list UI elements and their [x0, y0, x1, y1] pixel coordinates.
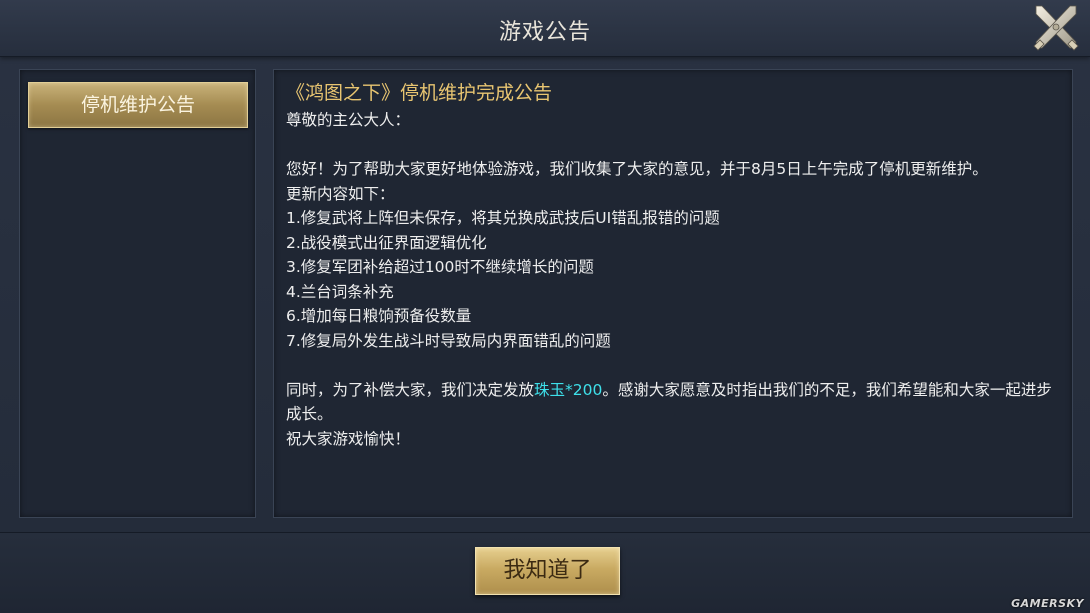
update-item: 2.战役模式出征界面逻辑优化	[286, 233, 487, 252]
announcement-content: 《鸿图之下》停机维护完成公告 尊敬的主公大人： 您好！为了帮助大家更好地体验游戏…	[273, 69, 1073, 518]
sidebar-item-maintenance-notice[interactable]: 停机维护公告	[28, 82, 248, 128]
update-item: 4.兰台词条补充	[286, 282, 394, 301]
compensation-item: 珠玉*200	[534, 380, 603, 399]
notice-title: 《鸿图之下》停机维护完成公告	[286, 82, 553, 104]
update-item: 3.修复军团补给超过100时不继续增长的问题	[286, 258, 594, 276]
notice-list-header: 更新内容如下：	[286, 184, 395, 203]
notice-greeting: 尊敬的主公大人：	[286, 111, 411, 129]
notice-body: 尊敬的主公大人： 您好！为了帮助大家更好地体验游戏，我们收集了大家的意见，并于8…	[286, 108, 1060, 451]
update-item: 6.增加每日粮饷预备役数量	[286, 307, 472, 325]
notice-compensation: 同时，为了补偿大家，我们决定发放珠玉*200。感谢大家愿意及时指出我们的不足，我…	[286, 378, 1060, 427]
announcement-sidebar: 停机维护公告	[19, 69, 256, 518]
notice-closing: 祝大家游戏愉快！	[286, 429, 411, 448]
announcement-dialog: 游戏公告 停机维护公告 《鸿图之下》停机维护完成公告 尊敬的主公大人： 您好！为…	[0, 0, 1090, 613]
acknowledge-button[interactable]: 我知道了	[475, 547, 620, 595]
title-bar: 游戏公告	[0, 0, 1090, 57]
dialog-title: 游戏公告	[498, 20, 591, 45]
compensation-prefix: 同时，为了补偿大家，我们决定发放	[286, 380, 535, 399]
crossed-swords-close-icon	[1033, 5, 1079, 51]
update-item: 1.修复武将上阵但未保存，将其兑换成武技后UI错乱报错的问题	[286, 209, 720, 227]
notice-intro: 您好！为了帮助大家更好地体验游戏，我们收集了大家的意见，并于8月5日上午完成了停…	[286, 160, 988, 178]
watermark-logo: GAMERSKY	[1011, 597, 1084, 610]
close-button[interactable]	[1030, 2, 1082, 54]
update-item: 7.修复局外发生战斗时导致局内界面错乱的问题	[286, 331, 611, 350]
